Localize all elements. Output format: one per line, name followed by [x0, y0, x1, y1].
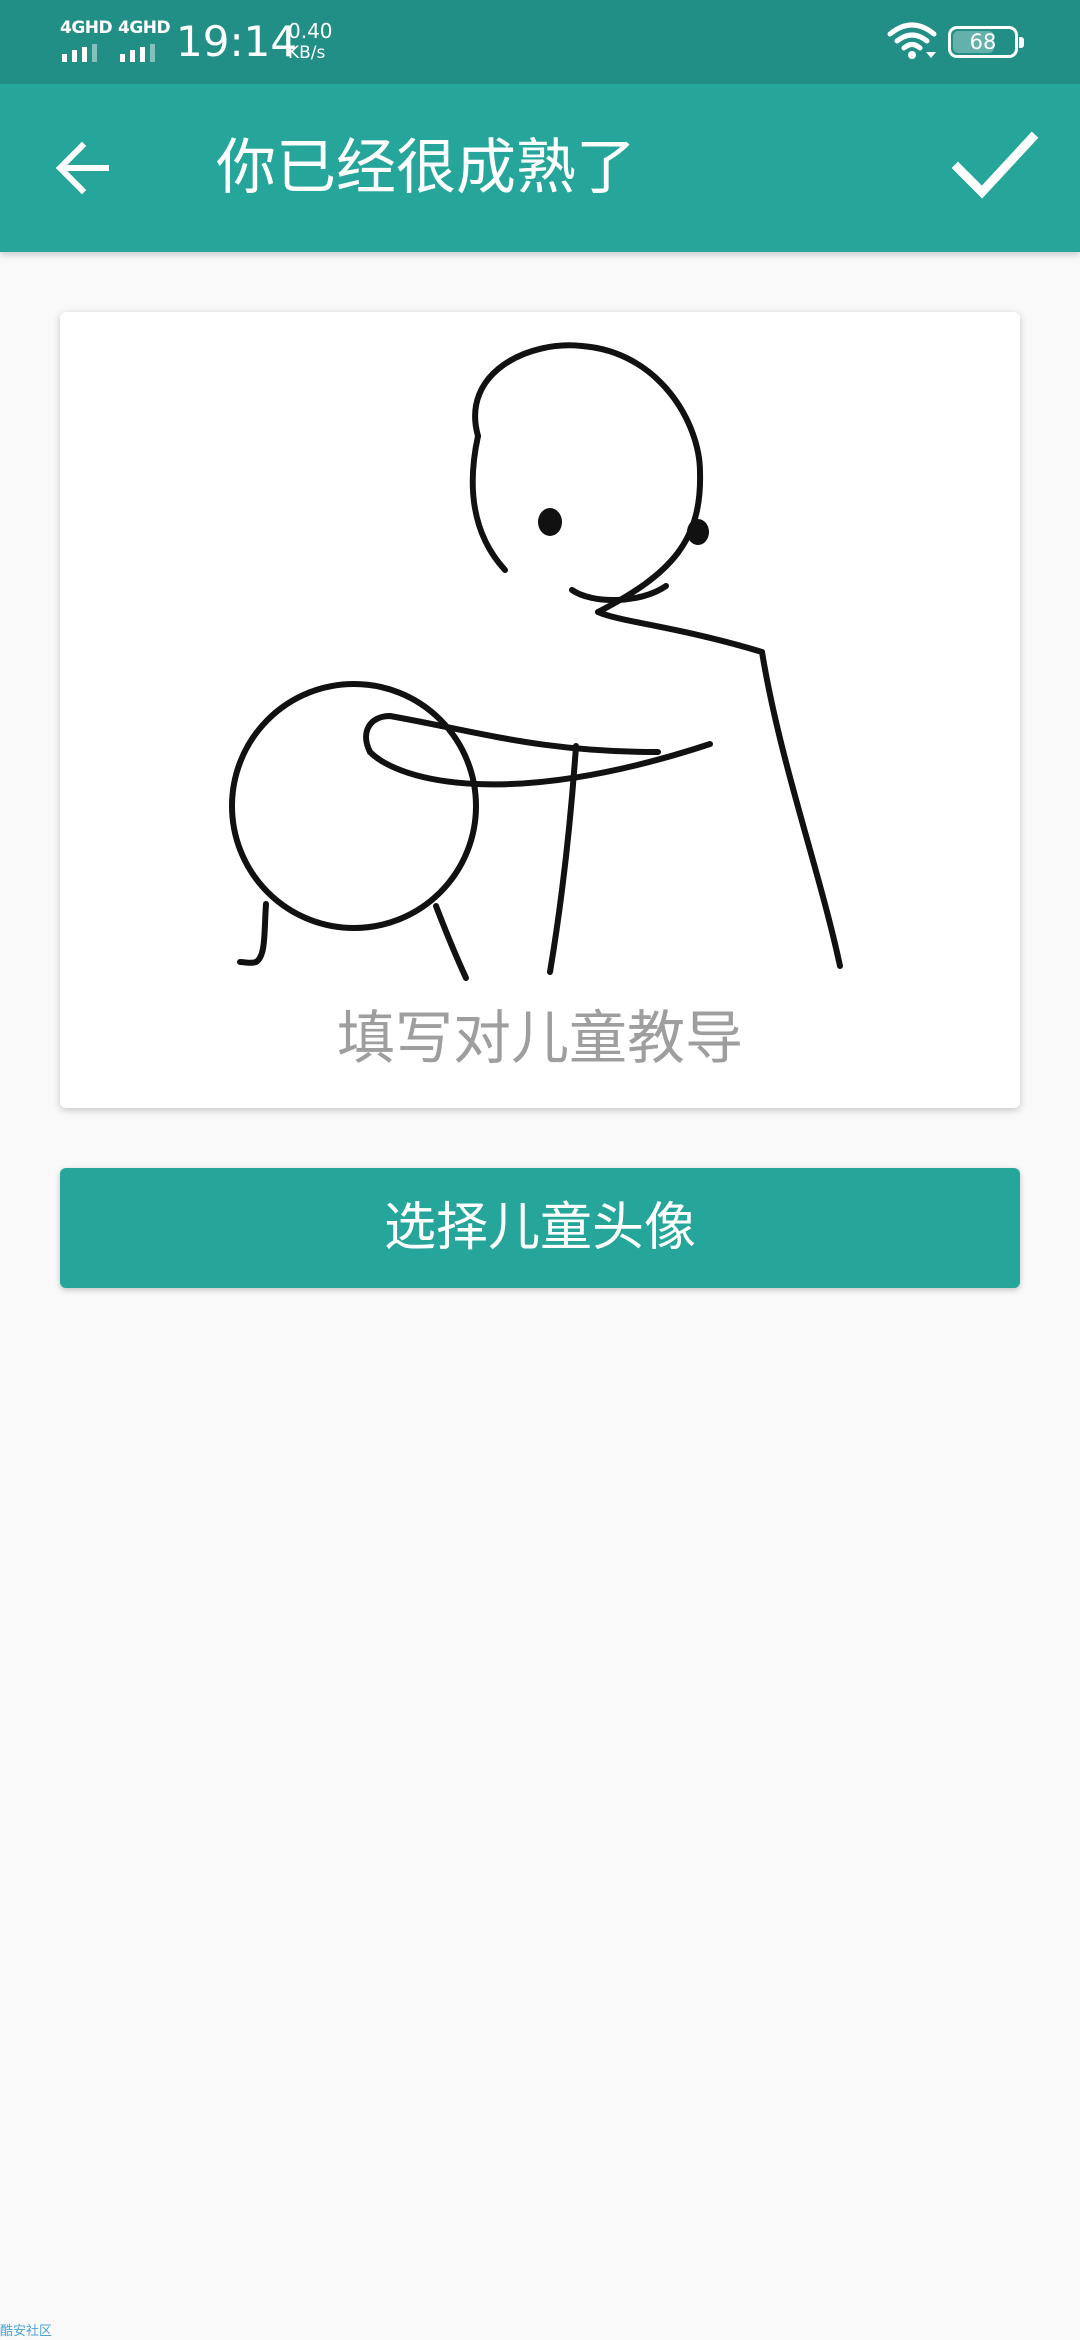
- battery-icon: 68: [948, 26, 1024, 58]
- network-speed-value: 0.40: [288, 19, 333, 43]
- status-clock: 19:14: [176, 17, 298, 66]
- check-icon[interactable]: [950, 128, 1040, 208]
- wifi-icon: [887, 22, 937, 59]
- select-child-avatar-button[interactable]: 选择儿童头像: [60, 1168, 1020, 1288]
- illustration-card[interactable]: 填写对儿童教导: [60, 312, 1020, 1108]
- watermark: 酷安社区: [0, 2324, 53, 2339]
- network-speed: 0.40 KB/s: [288, 20, 333, 64]
- app-bar: 你已经很成熟了: [0, 84, 1080, 252]
- sim2-network-label: 4GHD: [118, 18, 171, 38]
- sim2-signal-icon: 4GHD: [118, 18, 171, 62]
- page-title: 你已经很成熟了: [216, 133, 636, 203]
- network-speed-unit: KB/s: [288, 43, 326, 63]
- stick-figure-illustration: [229, 342, 843, 981]
- card-caption: 填写对儿童教导: [336, 1004, 743, 1072]
- sim1-signal-icon: 4GHD: [60, 18, 113, 62]
- status-bar: 4GHD 4GHD 19:14 0.40 KB/s 68: [0, 0, 1080, 84]
- battery-level-text: 68: [969, 30, 997, 54]
- sim1-network-label: 4GHD: [60, 18, 113, 38]
- arrow-left-icon[interactable]: [50, 134, 118, 202]
